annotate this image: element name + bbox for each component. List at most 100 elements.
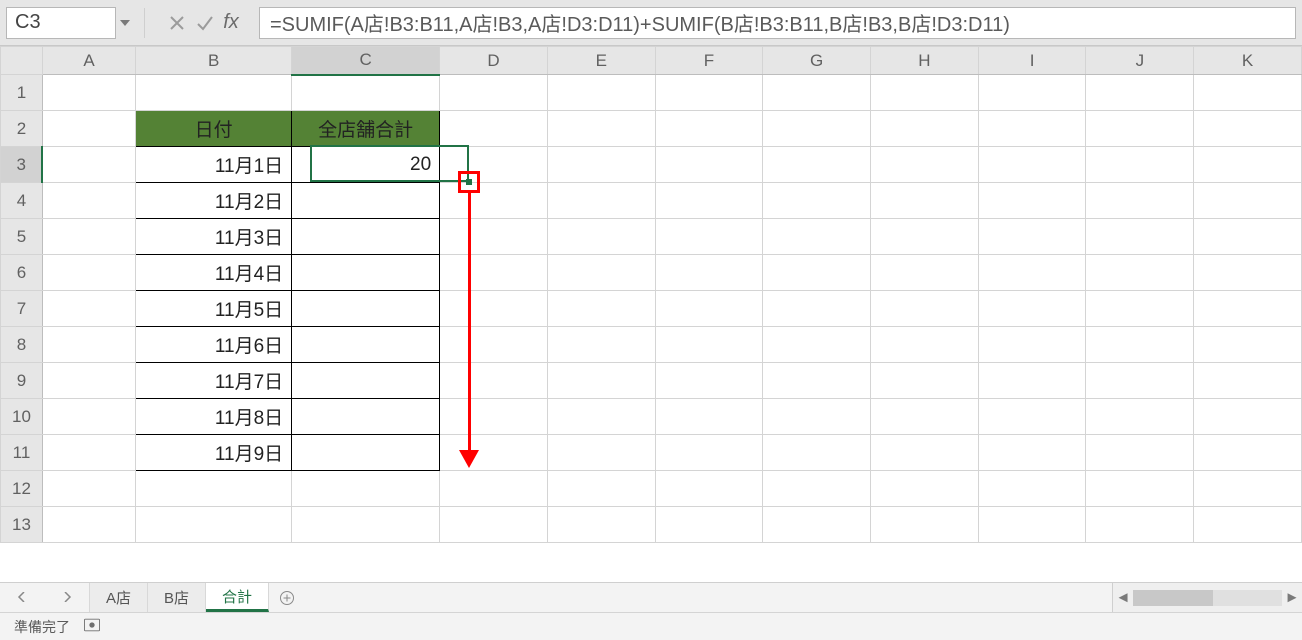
cell-D5[interactable] [440,219,548,255]
cell-A6[interactable] [42,255,135,291]
cell-F12[interactable] [655,471,763,507]
cell-B12[interactable] [136,471,292,507]
cell-H1[interactable] [871,75,979,111]
cell-B7[interactable]: 11月5日 [136,291,292,327]
cell-I7[interactable] [978,291,1086,327]
cell-C10[interactable] [292,399,440,435]
cell-H11[interactable] [871,435,979,471]
cell-H9[interactable] [871,363,979,399]
cell-B9[interactable]: 11月7日 [136,363,292,399]
cell-J9[interactable] [1086,363,1194,399]
cell-I3[interactable] [978,147,1086,183]
cell-D7[interactable] [440,291,548,327]
cell-E4[interactable] [547,183,655,219]
cell-G7[interactable] [763,291,871,327]
cell-A7[interactable] [42,291,135,327]
cell-G11[interactable] [763,435,871,471]
row-header-4[interactable]: 4 [1,183,43,219]
sheet-nav-prev[interactable] [17,589,27,606]
cell-I6[interactable] [978,255,1086,291]
cell-C1[interactable] [292,75,440,111]
cell-D1[interactable] [440,75,548,111]
cell-C3[interactable]: 20 [292,147,440,183]
cell-J2[interactable] [1086,111,1194,147]
cell-K12[interactable] [1194,471,1302,507]
cell-F11[interactable] [655,435,763,471]
cell-G3[interactable] [763,147,871,183]
fill-handle[interactable] [466,179,472,185]
row-header-3[interactable]: 3 [1,147,43,183]
cell-H2[interactable] [871,111,979,147]
cell-A9[interactable] [42,363,135,399]
column-header-C[interactable]: C [292,47,440,75]
column-header-E[interactable]: E [547,47,655,75]
cell-D11[interactable] [440,435,548,471]
cell-C12[interactable] [292,471,440,507]
row-header-2[interactable]: 2 [1,111,43,147]
row-header-13[interactable]: 13 [1,507,43,543]
row-header-6[interactable]: 6 [1,255,43,291]
cell-C8[interactable] [292,327,440,363]
cell-F9[interactable] [655,363,763,399]
cell-F7[interactable] [655,291,763,327]
cell-H7[interactable] [871,291,979,327]
cell-E5[interactable] [547,219,655,255]
cell-H6[interactable] [871,255,979,291]
insert-function-button[interactable]: fx [219,8,247,38]
cell-B13[interactable] [136,507,292,543]
cell-I1[interactable] [978,75,1086,111]
cell-K7[interactable] [1194,291,1302,327]
cell-K3[interactable] [1194,147,1302,183]
cell-F2[interactable] [655,111,763,147]
cell-B10[interactable]: 11月8日 [136,399,292,435]
cell-G1[interactable] [763,75,871,111]
cell-E2[interactable] [547,111,655,147]
cell-G2[interactable] [763,111,871,147]
cell-H10[interactable] [871,399,979,435]
sheet-tab-0[interactable]: A店 [90,583,148,612]
cell-E13[interactable] [547,507,655,543]
cell-B1[interactable] [136,75,292,111]
cell-I10[interactable] [978,399,1086,435]
cell-I5[interactable] [978,219,1086,255]
cell-A11[interactable] [42,435,135,471]
row-header-7[interactable]: 7 [1,291,43,327]
column-header-J[interactable]: J [1086,47,1194,75]
column-header-D[interactable]: D [440,47,548,75]
cell-J3[interactable] [1086,147,1194,183]
cell-G10[interactable] [763,399,871,435]
cell-K4[interactable] [1194,183,1302,219]
scroll-thumb[interactable] [1133,590,1213,606]
cell-C9[interactable] [292,363,440,399]
cell-I11[interactable] [978,435,1086,471]
row-header-8[interactable]: 8 [1,327,43,363]
cell-J1[interactable] [1086,75,1194,111]
cell-D8[interactable] [440,327,548,363]
cell-C13[interactable] [292,507,440,543]
cell-E12[interactable] [547,471,655,507]
cell-B6[interactable]: 11月4日 [136,255,292,291]
cell-E6[interactable] [547,255,655,291]
cell-K1[interactable] [1194,75,1302,111]
cancel-formula-button[interactable] [163,8,191,38]
cell-H5[interactable] [871,219,979,255]
cell-H4[interactable] [871,183,979,219]
cell-B3[interactable]: 11月1日 [136,147,292,183]
cell-F6[interactable] [655,255,763,291]
cell-J4[interactable] [1086,183,1194,219]
cell-J5[interactable] [1086,219,1194,255]
cell-C6[interactable] [292,255,440,291]
cell-A10[interactable] [42,399,135,435]
cell-A2[interactable] [42,111,135,147]
sheet-tab-2[interactable]: 合計 [206,583,269,612]
name-box[interactable]: C3 [6,7,116,39]
cell-E3[interactable] [547,147,655,183]
cell-F5[interactable] [655,219,763,255]
column-header-H[interactable]: H [871,47,979,75]
column-header-I[interactable]: I [978,47,1086,75]
cell-J8[interactable] [1086,327,1194,363]
cell-K13[interactable] [1194,507,1302,543]
cell-K8[interactable] [1194,327,1302,363]
cell-H8[interactable] [871,327,979,363]
cell-B8[interactable]: 11月6日 [136,327,292,363]
